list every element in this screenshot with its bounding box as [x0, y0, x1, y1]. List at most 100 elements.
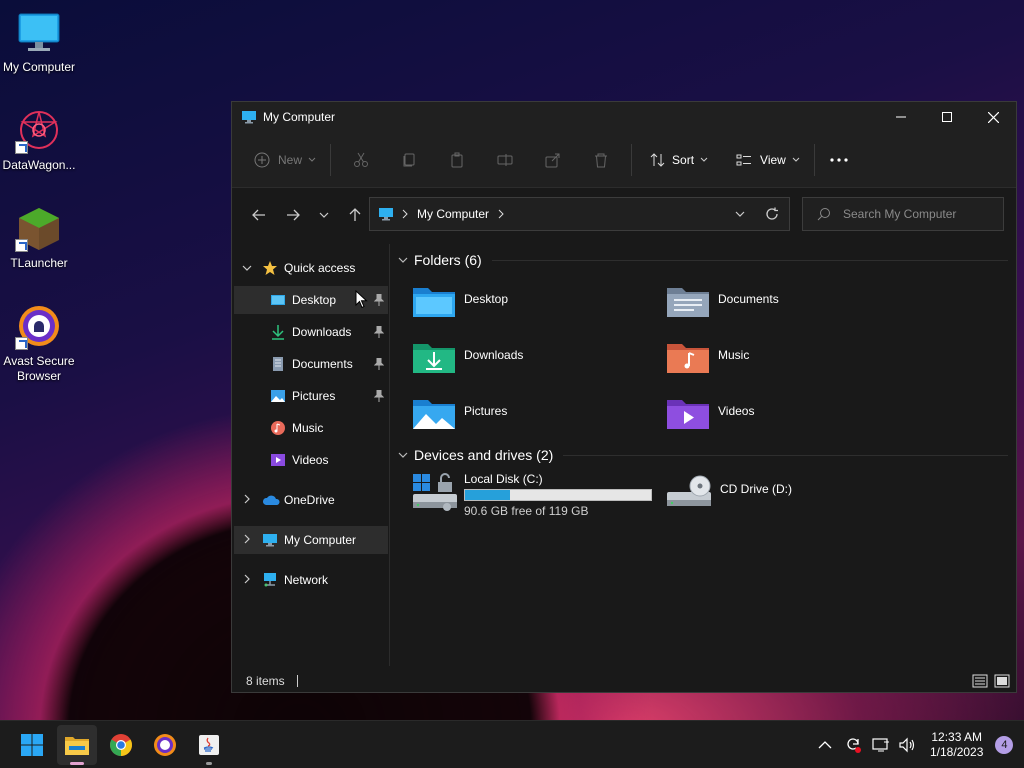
view-button[interactable]: View: [728, 144, 808, 176]
search-placeholder: Search My Computer: [843, 207, 957, 221]
chevron-right-icon[interactable]: [240, 534, 254, 547]
chevron-up-icon[interactable]: [818, 740, 832, 750]
desktop-icon-label: DataWagon...: [2, 158, 76, 172]
chevron-down-icon[interactable]: [240, 263, 254, 274]
cut-button[interactable]: [337, 144, 385, 176]
file-explorer-icon: [65, 737, 89, 755]
chevron-right-icon[interactable]: [240, 494, 254, 507]
folder-tile-documents[interactable]: Documents: [666, 284, 916, 334]
folder-label: Pictures: [464, 404, 508, 418]
maximize-button[interactable]: [924, 102, 970, 132]
more-options-button[interactable]: [821, 144, 857, 176]
back-button[interactable]: [242, 200, 276, 230]
chevron-down-icon[interactable]: [735, 211, 745, 217]
taskbar-chrome[interactable]: [101, 725, 141, 765]
sidebar-item-videos[interactable]: Videos: [234, 446, 388, 474]
desktop-icon-my-computer[interactable]: My Computer: [0, 8, 78, 75]
sidebar-item-quick-access[interactable]: Quick access: [234, 254, 388, 282]
chevron-down-icon: [398, 257, 408, 263]
speaker-icon[interactable]: [898, 737, 916, 753]
search-box[interactable]: Search My Computer: [802, 197, 1004, 231]
drive-tile-local-disk-c[interactable]: Local Disk (C:) 90.6 GB free of 119 GB: [412, 472, 662, 522]
desktop-icon-label: TLauncher: [10, 256, 68, 270]
sidebar-item-music[interactable]: Music: [234, 414, 388, 442]
monitor-icon: [15, 8, 63, 56]
downloads-folder-icon: [413, 344, 455, 373]
delete-button[interactable]: [577, 144, 625, 176]
folders-group-header[interactable]: Folders (6): [398, 252, 1008, 268]
folder-tile-videos[interactable]: Videos: [666, 396, 916, 446]
details-view-icon[interactable]: [972, 673, 988, 689]
chrome-icon: [110, 734, 132, 756]
monitor-icon: [263, 534, 277, 547]
forward-button[interactable]: [276, 200, 310, 230]
close-button[interactable]: [970, 102, 1016, 132]
item-count: 8 items: [246, 674, 285, 688]
trash-icon: [595, 153, 608, 167]
copy-icon: [403, 153, 415, 166]
minimize-button[interactable]: [878, 102, 924, 132]
chevron-right-icon[interactable]: [240, 574, 254, 587]
drives-group-header[interactable]: Devices and drives (2): [398, 447, 1008, 463]
notification-badge[interactable]: 4: [995, 736, 1014, 754]
chevron-right-icon: [498, 209, 504, 219]
address-bar[interactable]: My Computer: [369, 197, 790, 231]
desktop-icon-datawagon[interactable]: DataWagon...: [0, 106, 78, 173]
refresh-icon[interactable]: [765, 207, 779, 221]
sort-button[interactable]: Sort: [642, 144, 716, 176]
paste-button[interactable]: [433, 144, 481, 176]
desktop-icon-avast-browser[interactable]: Avast Secure Browser: [0, 302, 78, 384]
pin-icon[interactable]: [374, 326, 384, 338]
file-explorer-window: My Computer New Sort View My Computer Se…: [231, 101, 1017, 693]
datawagon-app-icon: [15, 106, 63, 154]
drive-tile-cd-drive-d[interactable]: CD Drive (D:): [666, 472, 916, 522]
status-divider: [296, 675, 298, 687]
view-list-icon: [736, 154, 752, 165]
copy-button[interactable]: [385, 144, 433, 176]
sidebar-item-onedrive[interactable]: OneDrive: [234, 486, 388, 514]
folder-tile-desktop[interactable]: Desktop: [412, 284, 662, 334]
taskbar-java-app[interactable]: [189, 725, 229, 765]
sidebar-item-label: Quick access: [284, 261, 356, 275]
sync-alert-icon[interactable]: [844, 736, 862, 754]
pin-icon[interactable]: [374, 390, 384, 402]
sort-label: Sort: [672, 152, 695, 167]
tlauncher-app-icon: [15, 204, 63, 252]
desktop-folder-icon: [413, 288, 455, 317]
shortcut-arrow-icon: [15, 141, 28, 154]
search-icon: [817, 208, 830, 221]
pin-icon[interactable]: [374, 294, 384, 306]
start-button[interactable]: [12, 725, 52, 765]
clock[interactable]: 12:33 AM 1/18/2023: [930, 730, 983, 760]
folder-tile-downloads[interactable]: Downloads: [412, 340, 662, 390]
cloud-icon: [262, 495, 280, 505]
folder-tile-pictures[interactable]: Pictures: [412, 396, 662, 446]
up-button[interactable]: [338, 200, 372, 230]
tiles-view-icon[interactable]: [994, 673, 1010, 689]
network-display-icon[interactable]: [872, 737, 890, 753]
more-icon: [830, 157, 848, 162]
rename-button[interactable]: [481, 144, 529, 176]
share-button[interactable]: [529, 144, 577, 176]
share-icon: [545, 153, 560, 167]
taskbar-avast-browser[interactable]: [145, 725, 185, 765]
desktop-icon-tlauncher[interactable]: TLauncher: [0, 204, 78, 271]
folder-tile-music[interactable]: Music: [666, 340, 916, 390]
sidebar-item-network[interactable]: Network: [234, 566, 388, 594]
sidebar-item-documents[interactable]: Documents: [234, 350, 388, 378]
sidebar-item-pictures[interactable]: Pictures: [234, 382, 388, 410]
taskbar-file-explorer[interactable]: [57, 725, 97, 765]
mouse-cursor-icon: [355, 290, 368, 309]
new-button[interactable]: New: [246, 144, 324, 176]
chevron-down-icon: [308, 157, 316, 162]
address-path-segment[interactable]: My Computer: [417, 207, 489, 221]
sidebar-item-my-computer[interactable]: My Computer: [234, 526, 388, 554]
recent-locations-button[interactable]: [310, 200, 338, 230]
pin-icon[interactable]: [374, 358, 384, 370]
title-bar[interactable]: My Computer: [232, 102, 1016, 132]
folder-label: Documents: [718, 292, 779, 306]
window-title: My Computer: [263, 110, 336, 124]
toolbar-divider: [631, 143, 633, 176]
system-tray: 12:33 AM 1/18/2023 4: [818, 721, 1014, 768]
sidebar-item-downloads[interactable]: Downloads: [234, 318, 388, 346]
